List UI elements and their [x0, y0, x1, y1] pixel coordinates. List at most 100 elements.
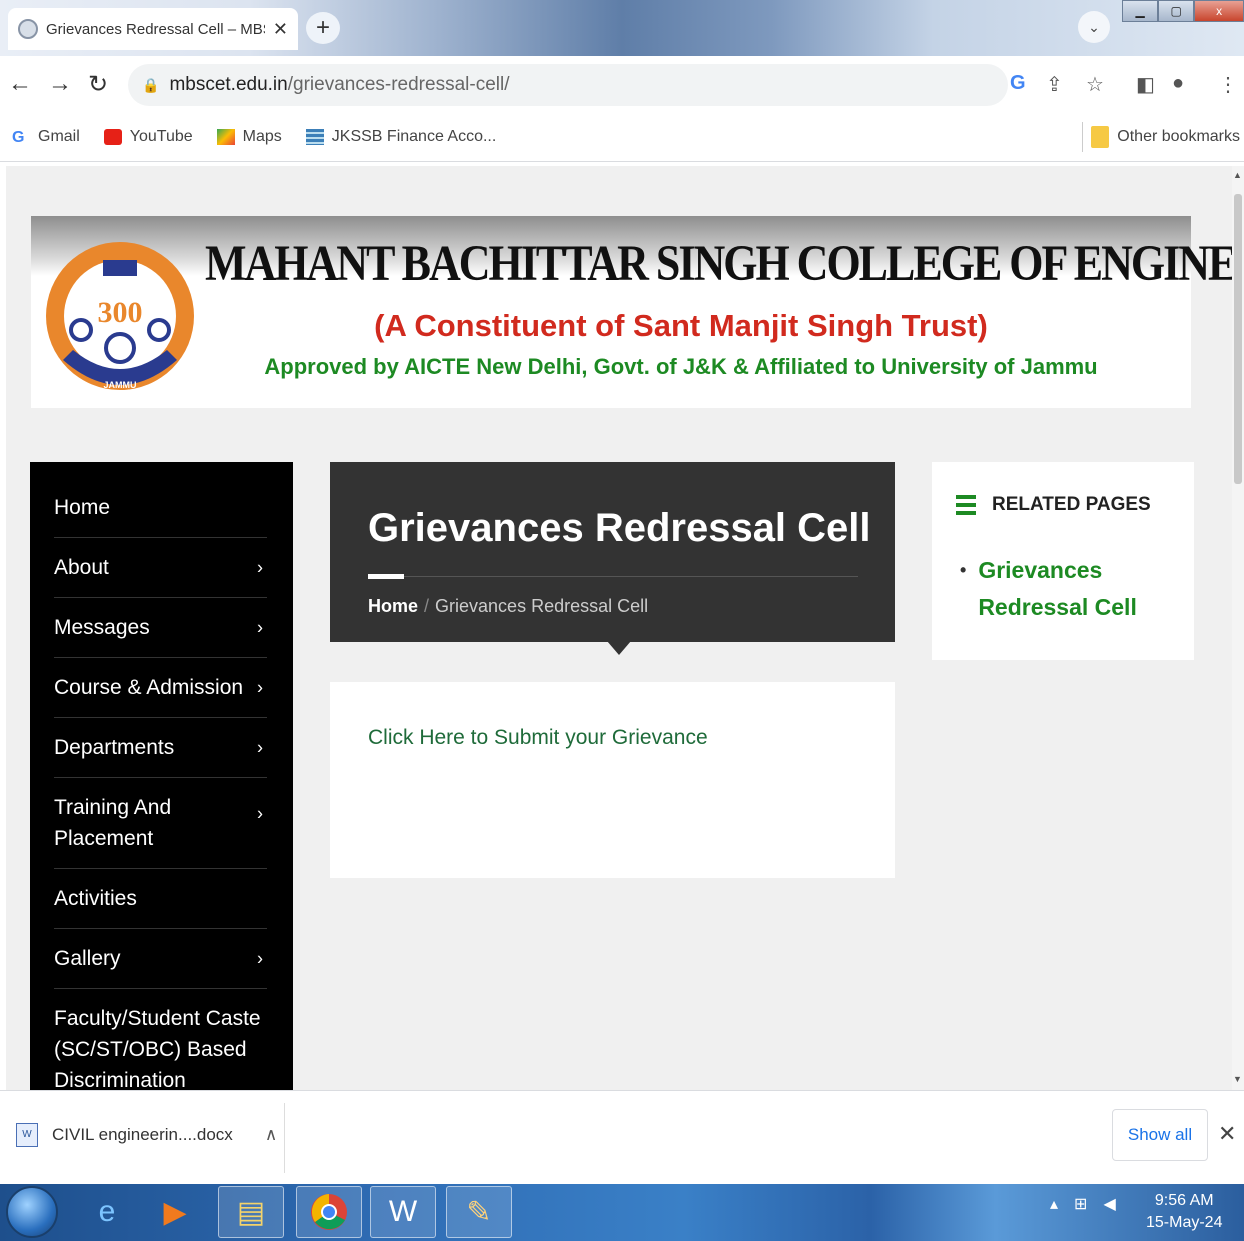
- start-button-icon[interactable]: [6, 1186, 58, 1238]
- sidebar-item-activities[interactable]: Activities: [54, 869, 267, 929]
- scroll-down-arrow-icon[interactable]: ▼: [1233, 1074, 1242, 1084]
- word-icon[interactable]: W: [370, 1186, 436, 1238]
- sidebar-item-about[interactable]: About ›: [54, 538, 267, 598]
- sidebar-item-label: Messages: [54, 616, 150, 639]
- chrome-logo: [311, 1194, 347, 1230]
- sidebar-item-label: Training And Placement: [54, 796, 172, 850]
- back-arrow-icon[interactable]: ←: [8, 70, 32, 98]
- google-lens-icon[interactable]: G: [1010, 72, 1026, 95]
- bookmark-youtube[interactable]: YouTube: [103, 127, 193, 146]
- profile-avatar-icon[interactable]: ●: [1172, 72, 1184, 95]
- sidebar-item-training-placement[interactable]: Training And Placement ›: [54, 778, 267, 869]
- url-host: mbscet.edu.in: [169, 74, 288, 95]
- sidebar-item-label: Gallery: [54, 947, 121, 970]
- chevron-right-icon: ›: [257, 617, 263, 637]
- window-close-button[interactable]: x: [1194, 0, 1244, 22]
- sidebar-item-label: Departments: [54, 736, 175, 759]
- scrollbar-thumb[interactable]: [1234, 194, 1242, 484]
- other-bookmarks-label: Other bookmarks: [1117, 128, 1240, 145]
- chevron-right-icon: ›: [257, 948, 263, 968]
- download-item[interactable]: W CIVIL engineerin....docx ∧: [16, 1123, 277, 1147]
- volume-muted-icon[interactable]: ◀: [1103, 1194, 1115, 1214]
- sidebar-item-messages[interactable]: Messages ›: [54, 598, 267, 658]
- related-pages-widget: RELATED PAGES • Grievances Redressal Cel…: [932, 462, 1194, 660]
- sidebar-item-label: Course & Admission: [54, 676, 244, 699]
- title-accent-bar: [368, 574, 404, 579]
- chevron-up-icon[interactable]: ∧: [265, 1125, 277, 1145]
- network-icon[interactable]: ⊞: [1074, 1194, 1087, 1214]
- page-title: Grievances Redressal Cell: [368, 506, 871, 550]
- lock-icon[interactable]: 🔒: [142, 77, 159, 94]
- bookmark-jkssb[interactable]: JKSSB Finance Acco...: [305, 127, 497, 146]
- browser-tab-bar: Grievances Redressal Cell – MBS ✕ + ⌄ ▁ …: [0, 0, 1244, 56]
- folder-icon: [1091, 126, 1110, 148]
- internet-explorer-icon[interactable]: e: [74, 1186, 140, 1238]
- breadcrumb-separator: /: [424, 596, 430, 616]
- chrome-icon[interactable]: [296, 1186, 362, 1238]
- chevron-right-icon: ›: [257, 737, 263, 757]
- side-panel-icon[interactable]: ◧: [1136, 72, 1155, 97]
- tab-search-chevron-icon[interactable]: ⌄: [1078, 11, 1110, 43]
- tray-expand-icon[interactable]: ▴: [1050, 1194, 1058, 1214]
- system-clock[interactable]: 9:56 AM 15-May-24: [1146, 1190, 1222, 1234]
- bookmark-label: JKSSB Finance Acco...: [331, 127, 497, 145]
- google-icon: G: [12, 128, 25, 146]
- bookmark-star-icon[interactable]: ☆: [1086, 72, 1104, 97]
- page-hero: Grievances Redressal Cell Home / Grievance…: [330, 462, 895, 655]
- related-pages-list: • Grievances Redressal Cell: [960, 552, 1180, 626]
- related-page-link[interactable]: Grievances Redressal Cell: [978, 552, 1180, 626]
- sidebar-item-course-admission[interactable]: Course & Admission ›: [54, 658, 267, 718]
- sidebar-item-label: About: [54, 556, 109, 579]
- bookmark-gmail[interactable]: G Gmail: [12, 128, 80, 146]
- windows-taskbar: e ▶ ▤ W ✎ ▴ ⊞ ◀ 9:56 AM 15-May-24: [0, 1184, 1244, 1241]
- clock-time: 9:56 AM: [1154, 1192, 1214, 1209]
- bookmark-site-icon: [305, 128, 324, 145]
- breadcrumb: Home / Grievances Redressal Cell: [368, 596, 648, 617]
- logo-city: JAMMU: [104, 380, 137, 390]
- college-logo-icon[interactable]: 300 JAMMU: [43, 220, 197, 408]
- bookmark-label: YouTube: [129, 127, 193, 145]
- file-explorer-icon[interactable]: ▤: [218, 1186, 284, 1238]
- download-shelf-close-icon[interactable]: ✕: [1218, 1121, 1236, 1147]
- college-header-banner: 300 JAMMU MAHANT BACHITTAR SINGH COLLEGE…: [31, 216, 1232, 408]
- browser-tab[interactable]: Grievances Redressal Cell – MBS ✕: [8, 8, 298, 50]
- sidebar-item-label: Home: [54, 496, 111, 519]
- download-separator: [284, 1103, 285, 1173]
- scroll-up-arrow-icon[interactable]: ▲: [1233, 170, 1242, 180]
- sidebar-item-gallery[interactable]: Gallery ›: [54, 929, 267, 989]
- chevron-right-icon: ›: [257, 557, 263, 577]
- submit-grievance-link[interactable]: Click Here to Submit your Grievance: [368, 726, 708, 750]
- reload-icon[interactable]: ↻: [88, 70, 108, 99]
- sidebar-item-home[interactable]: Home: [54, 462, 267, 538]
- list-icon: [956, 495, 976, 515]
- approval-line: Approved by AICTE New Delhi, Govt. of J&…: [264, 354, 1098, 379]
- paint-icon[interactable]: ✎: [446, 1186, 512, 1238]
- site-favicon-icon: [18, 19, 38, 39]
- new-tab-button[interactable]: +: [306, 12, 340, 44]
- address-bar[interactable]: 🔒 mbscet.edu.in/grievances-redressal-cel…: [128, 64, 1008, 106]
- breadcrumb-home-link[interactable]: Home: [368, 596, 418, 616]
- menu-kebab-icon[interactable]: ⋮: [1218, 72, 1238, 97]
- related-page-item[interactable]: • Grievances Redressal Cell: [960, 552, 1180, 626]
- bookmark-label: Gmail: [38, 127, 80, 145]
- sidebar-item-departments[interactable]: Departments ›: [54, 718, 267, 778]
- bookmarks-separator: [1082, 122, 1083, 152]
- word-document-icon: W: [16, 1123, 38, 1147]
- share-icon[interactable]: ⇪: [1046, 72, 1063, 97]
- minimize-button[interactable]: ▁: [1122, 0, 1159, 22]
- sidebar-item-discrimination-complaints[interactable]: Faculty/Student Caste (SC/ST/OBC) Based …: [54, 989, 267, 1090]
- chevron-right-icon: ›: [257, 677, 263, 697]
- tab-title: Grievances Redressal Cell – MBS: [46, 20, 265, 38]
- bookmark-maps[interactable]: Maps: [216, 128, 282, 146]
- browser-toolbar: ← → ↻ 🔒 mbscet.edu.in/grievances-redress…: [0, 56, 1244, 112]
- page-scrollbar[interactable]: ▲ ▼: [1232, 166, 1244, 1090]
- maximize-button[interactable]: ▢: [1158, 0, 1195, 22]
- media-player-icon[interactable]: ▶: [142, 1186, 208, 1238]
- tab-close-icon[interactable]: ✕: [273, 19, 288, 40]
- related-pages-heading: RELATED PAGES: [956, 494, 1151, 516]
- show-all-button[interactable]: Show all: [1112, 1109, 1208, 1161]
- clock-date: 15-May-24: [1146, 1214, 1223, 1231]
- maps-icon: [216, 128, 235, 145]
- forward-arrow-icon[interactable]: →: [48, 70, 72, 98]
- other-bookmarks[interactable]: Other bookmarks: [1091, 126, 1240, 148]
